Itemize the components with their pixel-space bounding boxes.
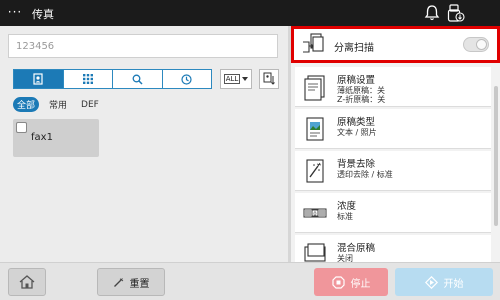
title-bar: ··· 传真 [0, 0, 500, 26]
filter-chips: 全部 常用 DEF [13, 97, 103, 112]
setting-title: 背景去除 [337, 159, 376, 170]
menu-button[interactable]: ··· [4, 4, 26, 22]
reset-icon [113, 277, 123, 287]
filter-frequent[interactable]: 常用 [45, 97, 71, 112]
setting-mixed-original[interactable]: 混合原稿 关闭 [295, 235, 491, 263]
tab-keypad[interactable] [64, 70, 113, 88]
destination-item[interactable]: fax1 [13, 119, 99, 157]
destination-panel: 123456 ALL 全部 常用 DEF fax1 [0, 26, 288, 262]
setting-density[interactable]: 0 浓度 标准 [295, 193, 491, 233]
setting-title: 浓度 [337, 201, 357, 212]
density-icon: 0 [303, 208, 327, 218]
background-removal-icon [306, 159, 324, 183]
address-input[interactable]: 123456 [8, 34, 278, 58]
search-icon [132, 74, 143, 85]
original-type-icon [306, 117, 324, 141]
stop-button[interactable]: 停止 [314, 268, 388, 296]
setting-value-line: 薄纸原稿：关 [337, 86, 385, 95]
clock-icon [181, 73, 192, 85]
setting-original-settings[interactable]: 原稿设置 薄纸原稿：关 Z-折原稿：关 [295, 67, 491, 107]
setting-value: 文本 / 照片 [337, 128, 377, 137]
tab-search[interactable] [113, 70, 163, 88]
toggle-knob [476, 39, 487, 50]
keypad-icon [82, 74, 93, 84]
page-title: 传真 [32, 8, 54, 21]
home-icon [19, 275, 35, 289]
setting-title: 原稿设置 [337, 75, 376, 86]
setting-value: 透印去除 / 标准 [337, 170, 393, 179]
destination-checkbox[interactable] [16, 122, 27, 133]
sort-icon [263, 72, 275, 85]
start-label: 开始 [443, 278, 464, 290]
reset-button[interactable]: 重置 [97, 268, 165, 296]
start-icon [424, 275, 438, 289]
destination-name: fax1 [31, 132, 53, 143]
stop-icon [331, 275, 345, 289]
filter-dropdown-label: ALL [223, 74, 241, 84]
split-scan-row[interactable]: 分离扫描 [291, 26, 500, 63]
setting-title: 原稿类型 [337, 117, 376, 128]
filter-all[interactable]: 全部 [13, 97, 40, 112]
address-book-icon [33, 73, 43, 85]
tab-address-book[interactable] [14, 70, 64, 88]
start-button[interactable]: 开始 [395, 268, 493, 296]
setting-original-type[interactable]: 原稿类型 文本 / 照片 [295, 109, 491, 149]
tab-history[interactable] [163, 70, 212, 88]
split-scan-icon [303, 33, 324, 53]
original-settings-icon [304, 75, 325, 101]
settings-panel: 分离扫描 原稿设置 薄纸原稿：关 Z-折原稿：关 原稿类型 文本 / 照片 背景… [291, 26, 500, 263]
setting-background-removal[interactable]: 背景去除 透印去除 / 标准 [295, 151, 491, 191]
setting-value: 薄纸原稿：关 Z-折原稿：关 [337, 86, 385, 104]
home-button[interactable] [8, 268, 46, 296]
svg-text:0: 0 [313, 211, 316, 217]
reset-label: 重置 [129, 278, 150, 290]
setting-value-line: Z-折原稿：关 [337, 95, 386, 104]
bell-icon[interactable] [424, 4, 440, 22]
bottom-bar: 重置 停止 开始 [0, 262, 500, 300]
split-scan-toggle[interactable] [463, 37, 489, 52]
chevron-down-icon [242, 77, 249, 81]
split-scan-label: 分离扫描 [334, 43, 374, 54]
stop-label: 停止 [350, 278, 371, 290]
filter-def[interactable]: DEF [77, 99, 103, 111]
filter-dropdown[interactable]: ALL [220, 69, 252, 89]
setting-title: 混合原稿 [337, 243, 376, 254]
sort-button[interactable] [259, 69, 279, 89]
settings-scrollbar[interactable] [494, 86, 498, 226]
usb-icon[interactable] [447, 3, 465, 23]
destination-tabs [13, 69, 212, 89]
setting-value: 标准 [337, 212, 353, 221]
